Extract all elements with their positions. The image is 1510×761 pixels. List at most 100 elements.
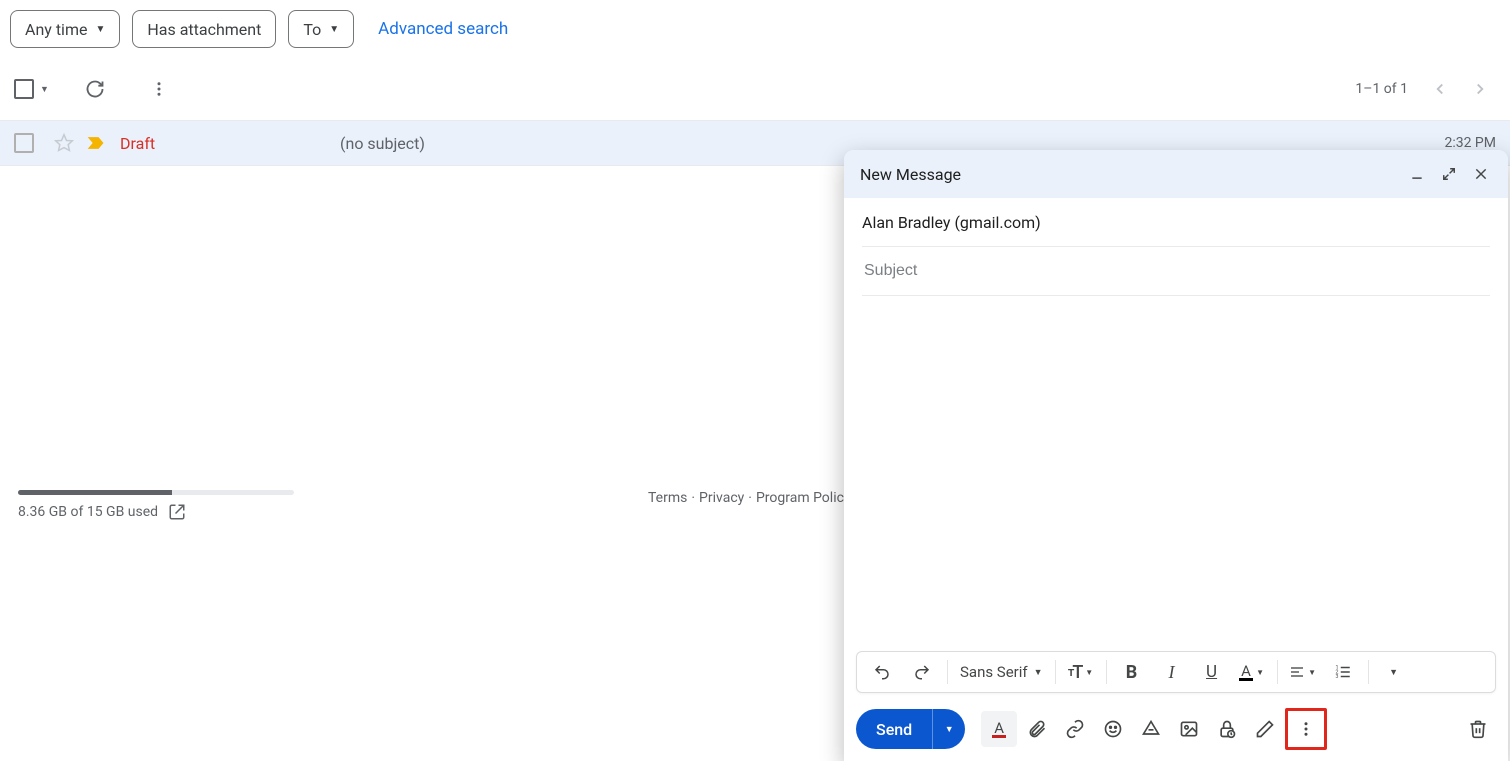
compose-body[interactable] xyxy=(844,296,1508,651)
mail-toolbar: ▼ 1–1 of 1 xyxy=(0,58,1510,120)
confidential-mode-button[interactable] xyxy=(1209,711,1245,747)
mail-sender: Draft xyxy=(120,134,340,153)
formatting-toolbar: Sans Serif ▼ тT ▼ B I U A ▼ ▼ 123 ▼ xyxy=(856,651,1496,693)
attach-file-button[interactable] xyxy=(1019,711,1055,747)
footer-links: Terms · Privacy · Program Policies xyxy=(648,490,862,506)
trash-icon xyxy=(1468,719,1488,739)
select-all-checkbox[interactable]: ▼ xyxy=(14,79,49,99)
underline-button[interactable]: U xyxy=(1193,657,1231,687)
refresh-icon xyxy=(85,79,105,99)
storage-fill xyxy=(18,490,172,495)
insert-link-button[interactable] xyxy=(1057,711,1093,747)
formatting-toggle-button[interactable]: A xyxy=(981,711,1017,747)
undo-button[interactable] xyxy=(863,657,901,687)
align-button[interactable]: ▼ xyxy=(1284,657,1322,687)
filter-any-time-label: Any time xyxy=(25,20,87,39)
send-options-button[interactable]: ▼ xyxy=(932,709,965,749)
compose-window: New Message Alan Bradley (gmail.com) xyxy=(844,150,1508,761)
storage-text: 8.36 GB of 15 GB used xyxy=(18,504,158,520)
open-storage-button[interactable] xyxy=(168,503,186,521)
redo-icon xyxy=(913,663,931,681)
caret-down-icon: ▼ xyxy=(1085,668,1093,677)
svg-text:3: 3 xyxy=(1335,674,1338,680)
insert-photo-button[interactable] xyxy=(1171,711,1207,747)
expand-icon xyxy=(1442,167,1456,181)
text-color-button[interactable]: A ▼ xyxy=(1233,657,1271,687)
image-icon xyxy=(1179,719,1199,739)
filter-has-attachment-label: Has attachment xyxy=(147,20,261,39)
insert-drive-button[interactable] xyxy=(1133,711,1169,747)
compose-title: New Message xyxy=(860,165,1406,184)
insert-emoji-button[interactable] xyxy=(1095,711,1131,747)
font-size-button[interactable]: тT ▼ xyxy=(1062,657,1100,687)
pen-icon xyxy=(1255,719,1275,739)
text-format-icon: A xyxy=(992,721,1006,738)
caret-down-icon: ▼ xyxy=(945,724,954,735)
numbered-list-icon: 123 xyxy=(1334,663,1352,681)
list-button[interactable]: 123 xyxy=(1324,657,1362,687)
caret-down-icon: ▼ xyxy=(40,84,49,95)
insert-signature-button[interactable] xyxy=(1247,711,1283,747)
important-icon xyxy=(86,135,106,151)
more-button[interactable] xyxy=(141,71,177,107)
align-left-icon xyxy=(1289,664,1305,680)
recipients-field[interactable]: Alan Bradley (gmail.com) xyxy=(862,198,1490,247)
refresh-button[interactable] xyxy=(77,71,113,107)
undo-icon xyxy=(873,663,891,681)
font-family-label: Sans Serif xyxy=(960,663,1028,681)
lock-clock-icon xyxy=(1217,719,1237,739)
caret-down-icon: ▼ xyxy=(95,24,105,35)
filter-any-time[interactable]: Any time ▼ xyxy=(10,10,120,48)
row-checkbox[interactable] xyxy=(14,133,34,153)
filter-bar: Any time ▼ Has attachment To ▼ Advanced … xyxy=(0,0,1510,58)
checkbox-icon xyxy=(14,79,34,99)
link-icon xyxy=(1065,719,1085,739)
privacy-link[interactable]: Privacy xyxy=(699,490,744,506)
subject-field[interactable] xyxy=(862,247,1490,296)
font-family-select[interactable]: Sans Serif ▼ xyxy=(954,663,1049,681)
star-icon xyxy=(54,133,74,153)
next-page-button[interactable] xyxy=(1464,73,1496,105)
compose-header: New Message xyxy=(844,150,1508,198)
fullscreen-button[interactable] xyxy=(1438,163,1460,185)
send-button[interactable]: Send xyxy=(856,709,932,749)
bold-icon: B xyxy=(1126,662,1138,683)
bold-button[interactable]: B xyxy=(1113,657,1151,687)
page-count-label: 1–1 of 1 xyxy=(1355,81,1408,97)
advanced-search-link[interactable]: Advanced search xyxy=(378,19,508,39)
filter-to[interactable]: To ▼ xyxy=(288,10,354,48)
italic-icon: I xyxy=(1169,662,1175,683)
recipient-chip: Alan Bradley (gmail.com) xyxy=(862,213,1041,232)
emoji-icon xyxy=(1103,719,1123,739)
close-icon xyxy=(1474,167,1488,181)
terms-link[interactable]: Terms xyxy=(648,490,687,506)
filter-has-attachment[interactable]: Has attachment xyxy=(132,10,276,48)
open-external-icon xyxy=(168,503,186,521)
close-button[interactable] xyxy=(1470,163,1492,185)
text-color-icon: A xyxy=(1239,664,1253,681)
minimize-button[interactable] xyxy=(1406,163,1428,185)
send-bar: Send ▼ A xyxy=(844,701,1508,761)
send-button-group: Send ▼ xyxy=(856,709,965,749)
drive-icon xyxy=(1141,719,1161,739)
prev-page-button[interactable] xyxy=(1424,73,1456,105)
chevron-right-icon xyxy=(1471,80,1489,98)
star-button[interactable] xyxy=(54,133,74,153)
chevron-left-icon xyxy=(1431,80,1449,98)
underline-icon: U xyxy=(1206,662,1217,682)
caret-down-icon: ▼ xyxy=(329,24,339,35)
more-options-button[interactable] xyxy=(1285,708,1327,750)
important-button[interactable] xyxy=(86,135,106,151)
subject-input[interactable] xyxy=(862,261,1490,281)
caret-down-icon: ▼ xyxy=(1308,668,1316,677)
send-label: Send xyxy=(876,720,912,739)
redo-button[interactable] xyxy=(903,657,941,687)
more-vertical-icon xyxy=(150,80,168,98)
italic-button[interactable]: I xyxy=(1153,657,1191,687)
caret-down-icon: ▼ xyxy=(1256,668,1264,677)
storage-bar xyxy=(18,490,294,495)
more-formatting-button[interactable]: ▼ xyxy=(1375,657,1413,687)
discard-draft-button[interactable] xyxy=(1460,711,1496,747)
mail-time: 2:32 PM xyxy=(1444,135,1496,151)
paperclip-icon xyxy=(1027,719,1047,739)
